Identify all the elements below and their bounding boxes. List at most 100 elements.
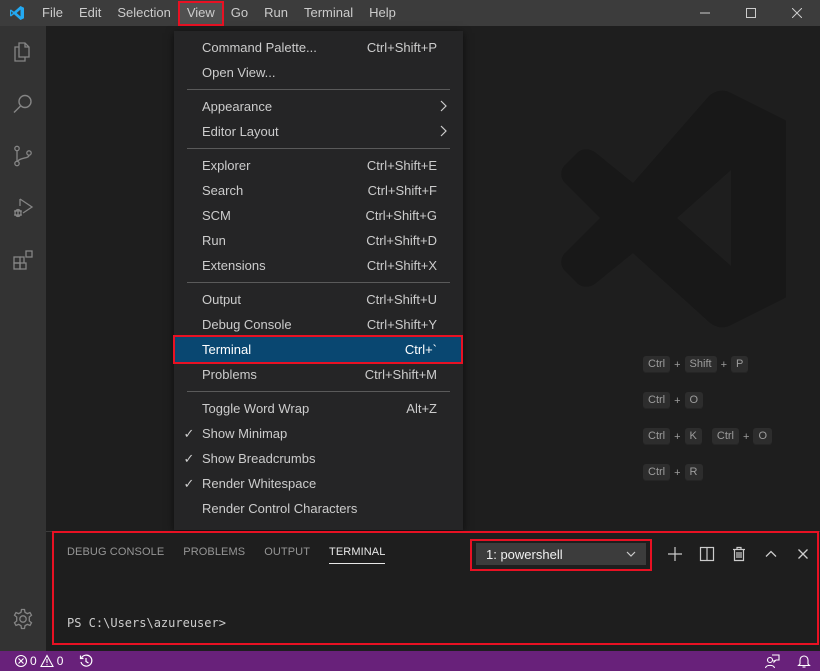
menu-terminal[interactable]: Terminal	[296, 1, 361, 25]
menu-item-output[interactable]: Output Ctrl+Shift+U	[174, 287, 463, 312]
maximize-button[interactable]	[728, 0, 774, 26]
tab-terminal[interactable]: TERMINAL	[329, 546, 386, 564]
menu-item-search[interactable]: Search Ctrl+Shift+F	[174, 178, 463, 203]
tab-problems[interactable]: PROBLEMS	[183, 546, 245, 564]
plus-separator: +	[674, 358, 681, 371]
plus-separator: +	[720, 358, 727, 371]
close-window-button[interactable]	[774, 0, 820, 26]
plus-separator: +	[674, 430, 681, 443]
keybinding-key: Ctrl	[643, 356, 671, 373]
notifications-button[interactable]	[788, 651, 820, 671]
menu-item-label: Debug Console	[202, 317, 292, 332]
chevron-right-icon	[440, 125, 447, 137]
menu-item-shortcut: Ctrl+Shift+U	[366, 292, 437, 307]
source-control-icon	[14, 145, 32, 167]
menu-item-run[interactable]: Run Ctrl+Shift+D	[174, 228, 463, 253]
shortcut-keys: Ctrl + Shift + P	[643, 356, 749, 373]
menu-separator	[187, 282, 450, 283]
keybinding-key: O	[684, 392, 704, 409]
shortcut-keys: Ctrl + R	[643, 464, 703, 481]
menu-item-label: Render Whitespace	[202, 476, 317, 491]
warning-icon	[39, 654, 54, 668]
split-terminal-button[interactable]	[691, 543, 723, 565]
menu-item-shortcut: Ctrl+Shift+E	[366, 158, 437, 173]
keybinding-key: O	[753, 428, 772, 445]
menu-item-label: Editor Layout	[202, 124, 279, 139]
menu-item-label: Appearance	[202, 99, 273, 114]
menu-item-open-view[interactable]: Open View...	[174, 60, 463, 85]
activity-source-control[interactable]	[0, 130, 46, 182]
menu-item-editor-layout[interactable]: Editor Layout	[174, 119, 463, 144]
menu-item-extensions[interactable]: Extensions Ctrl+Shift+X	[174, 253, 463, 278]
check-icon: ✓	[183, 425, 195, 441]
menu-item-label: Command Palette...	[202, 40, 317, 55]
menu-item-shortcut: Ctrl+Shift+Y	[366, 317, 437, 332]
maximize-icon	[746, 8, 756, 18]
error-icon	[14, 654, 28, 668]
tab-output[interactable]: OUTPUT	[264, 546, 310, 564]
menu-separator	[187, 148, 450, 149]
menu-help[interactable]: Help	[361, 1, 404, 25]
menu-go[interactable]: Go	[223, 1, 256, 25]
menu-item-explorer[interactable]: Explorer Ctrl+Shift+E	[174, 153, 463, 178]
terminal-prompt: PS C:\Users\azureuser>	[67, 616, 226, 630]
bell-icon	[797, 655, 811, 668]
menu-item-shortcut: Ctrl+Shift+D	[366, 233, 437, 248]
menu-separator	[187, 89, 450, 90]
activity-bar	[0, 26, 46, 651]
minimize-icon	[700, 12, 710, 14]
kill-terminal-button[interactable]	[723, 543, 755, 565]
menu-bar: File Edit Selection View Go Run Terminal Help	[34, 0, 404, 26]
feedback-button[interactable]	[756, 651, 788, 671]
run-debug-icon	[14, 198, 34, 218]
terminal-select-dropdown[interactable]: 1: powershell	[476, 543, 646, 565]
menu-item-scm[interactable]: SCM Ctrl+Shift+G	[174, 203, 463, 228]
menu-view[interactable]: View	[177, 1, 224, 26]
maximize-panel-button[interactable]	[755, 543, 787, 565]
menu-item-terminal[interactable]: Terminal Ctrl+`	[173, 335, 463, 364]
gear-icon	[13, 608, 33, 630]
keybinding-key: Ctrl	[643, 464, 671, 481]
search-icon	[13, 94, 32, 113]
new-terminal-button[interactable]	[659, 543, 691, 565]
menu-item-label: Show Minimap	[202, 426, 288, 441]
keybinding-key: K	[684, 428, 702, 445]
close-icon	[798, 549, 808, 559]
menu-item-show-minimap[interactable]: ✓ Show Minimap	[174, 421, 463, 446]
problems-status[interactable]: 0 0	[14, 651, 63, 671]
menu-selection[interactable]: Selection	[109, 1, 178, 25]
activity-extensions[interactable]	[0, 234, 46, 286]
menu-item-toggle-word-wrap[interactable]: Toggle Word Wrap Alt+Z	[174, 396, 463, 421]
panel-actions	[659, 543, 819, 565]
timeline-status[interactable]	[79, 651, 93, 671]
activity-search[interactable]	[0, 78, 46, 130]
minimize-button[interactable]	[682, 0, 728, 26]
status-bar: 0 0	[0, 651, 820, 671]
close-panel-button[interactable]	[787, 543, 819, 565]
warning-count: 0	[56, 654, 64, 668]
activity-explorer[interactable]	[0, 26, 46, 78]
activity-manage[interactable]	[0, 593, 46, 645]
activity-run-debug[interactable]	[0, 182, 46, 234]
trash-icon	[733, 546, 745, 562]
chevron-up-icon	[765, 550, 777, 557]
bottom-panel: DEBUG CONSOLE PROBLEMS OUTPUT TERMINAL 1: p…	[46, 531, 820, 651]
plus-separator: +	[743, 430, 750, 443]
menu-item-render-control-characters[interactable]: Render Control Characters	[174, 496, 463, 521]
menu-run[interactable]: Run	[256, 1, 296, 25]
menu-item-debug-console[interactable]: Debug Console Ctrl+Shift+Y	[174, 312, 463, 337]
menu-item-label: Show Breadcrumbs	[202, 451, 316, 466]
keybinding-key: P	[731, 356, 749, 373]
menu-item-appearance[interactable]: Appearance	[174, 94, 463, 119]
menu-item-render-whitespace[interactable]: ✓ Render Whitespace	[174, 471, 463, 496]
menu-edit[interactable]: Edit	[71, 1, 109, 25]
menu-item-shortcut: Ctrl+`	[404, 342, 437, 357]
menu-item-label: Problems	[202, 367, 257, 382]
menu-file[interactable]: File	[34, 1, 71, 25]
vscode-watermark-icon	[561, 90, 786, 328]
menu-item-command-palette[interactable]: Command Palette... Ctrl+Shift+P	[174, 35, 463, 60]
terminal-output[interactable]: PS C:\Users\azureuser>	[67, 616, 226, 630]
menu-item-show-breadcrumbs[interactable]: ✓ Show Breadcrumbs	[174, 446, 463, 471]
tab-debug-console[interactable]: DEBUG CONSOLE	[67, 546, 164, 564]
menu-item-problems[interactable]: Problems Ctrl+Shift+M	[174, 362, 463, 387]
